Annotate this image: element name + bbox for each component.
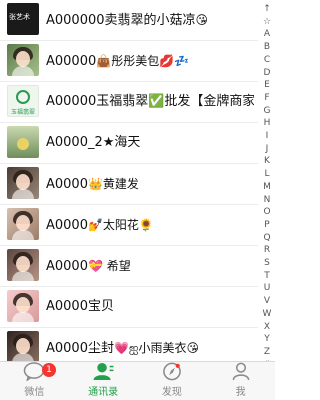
contact-name: A0000👑黄建发	[46, 177, 139, 192]
index-letter[interactable]: F	[264, 92, 269, 105]
index-letter[interactable]: K	[264, 155, 270, 168]
contacts-icon	[93, 362, 114, 381]
avatar: 张艺术	[7, 3, 39, 35]
index-letter[interactable]: H	[264, 117, 271, 130]
index-letter[interactable]: I	[266, 130, 269, 143]
tab-label: 通讯录	[88, 387, 119, 398]
avatar-body	[12, 66, 34, 76]
contact-name: A0000宝贝	[46, 299, 114, 314]
avatar-face	[16, 174, 30, 190]
index-letter[interactable]: T	[264, 270, 270, 283]
contact-row[interactable]: 张艺术 A000000卖翡翠的小菇凉😘	[0, 0, 258, 41]
contact-row[interactable]: A00000👜彤彤美包💋💤	[0, 41, 258, 82]
avatar-text: 张艺术	[9, 13, 30, 21]
contact-list: 张艺术 A000000卖翡翠的小菇凉😘 A00000👜彤彤美包💋💤 玉福翡翠 A…	[0, 0, 258, 369]
index-letter[interactable]: V	[264, 295, 270, 308]
contact-name: A00000玉福翡翠✅批发【金牌商家】	[46, 94, 254, 109]
index-letter[interactable]: P	[264, 219, 269, 232]
index-letter[interactable]: S	[264, 257, 270, 270]
avatar-face	[16, 51, 30, 67]
avatar	[7, 290, 39, 322]
contact-row[interactable]: A0000👑黄建发	[0, 164, 258, 205]
avatar-face	[16, 215, 30, 231]
index-letter[interactable]: U	[264, 282, 271, 295]
index-letter[interactable]: A	[264, 28, 270, 41]
index-letter[interactable]: D	[264, 67, 271, 80]
contact-name: A0000💝 希望	[46, 259, 131, 274]
contact-name: A00000👜彤彤美包💋💤	[46, 54, 190, 69]
avatar	[7, 208, 39, 240]
tab-discover[interactable]: 发现	[138, 362, 207, 400]
tab-label: 发现	[161, 387, 182, 398]
avatar: 玉福翡翠	[7, 85, 39, 117]
jade-logo-icon	[16, 90, 30, 104]
index-letter[interactable]: C	[264, 54, 270, 67]
flower-icon	[17, 138, 29, 150]
contact-name: A0000_2★海天	[46, 135, 141, 150]
contact-name: A000000卖翡翠的小菇凉😘	[46, 13, 209, 28]
index-letter[interactable]: ↑	[263, 3, 271, 16]
contact-row[interactable]: 玉福翡翠 A00000玉福翡翠✅批发【金牌商家】	[0, 82, 258, 123]
person-icon	[232, 362, 249, 381]
tab-contacts[interactable]: 通讯录	[69, 362, 138, 400]
index-letter[interactable]: E	[264, 79, 270, 92]
index-letter[interactable]: N	[264, 194, 271, 207]
contact-row[interactable]: A0000💅太阳花🌻	[0, 205, 258, 246]
index-letter[interactable]: Y	[264, 333, 270, 346]
alphabet-index[interactable]: ↑ ☆ A B C D E F G H I J K L M N O P Q R …	[259, 3, 275, 371]
index-letter[interactable]: ☆	[263, 16, 271, 29]
index-letter[interactable]: O	[263, 206, 270, 219]
avatar	[7, 331, 39, 363]
index-letter[interactable]: G	[264, 105, 271, 118]
avatar	[7, 44, 39, 76]
tab-label: 我	[235, 387, 246, 398]
avatar-body	[12, 189, 34, 199]
tab-me[interactable]: 我	[206, 362, 275, 400]
index-letter[interactable]: W	[263, 308, 272, 321]
index-letter[interactable]: M	[263, 181, 271, 194]
tab-wechat[interactable]: 1 微信	[0, 362, 69, 400]
contact-row[interactable]: A0000_2★海天	[0, 123, 258, 164]
avatar-face	[16, 297, 30, 313]
avatar	[7, 249, 39, 281]
avatar-face	[16, 256, 30, 272]
avatar-text: 玉福翡翠	[11, 109, 36, 116]
compass-icon	[163, 362, 181, 381]
avatar-body	[12, 271, 34, 281]
index-letter[interactable]: Q	[263, 232, 270, 245]
avatar	[7, 126, 39, 158]
index-letter[interactable]: B	[264, 41, 270, 54]
index-letter[interactable]: L	[264, 168, 269, 181]
index-letter[interactable]: Z	[264, 346, 270, 359]
contact-row[interactable]: A0000💝 希望	[0, 246, 258, 287]
tab-bar: 1 微信 通讯录 发现 我	[0, 361, 275, 400]
index-letter[interactable]: J	[266, 143, 269, 156]
avatar-body	[12, 312, 34, 322]
avatar	[7, 167, 39, 199]
index-letter[interactable]: X	[264, 321, 270, 334]
tab-label: 微信	[24, 387, 45, 398]
unread-badge: 1	[42, 363, 56, 377]
contact-row[interactable]: A0000宝贝	[0, 287, 258, 328]
index-letter[interactable]: R	[264, 244, 270, 257]
contact-name: A0000💅太阳花🌻	[46, 218, 154, 233]
avatar-body	[12, 230, 34, 240]
avatar-face	[16, 338, 30, 354]
